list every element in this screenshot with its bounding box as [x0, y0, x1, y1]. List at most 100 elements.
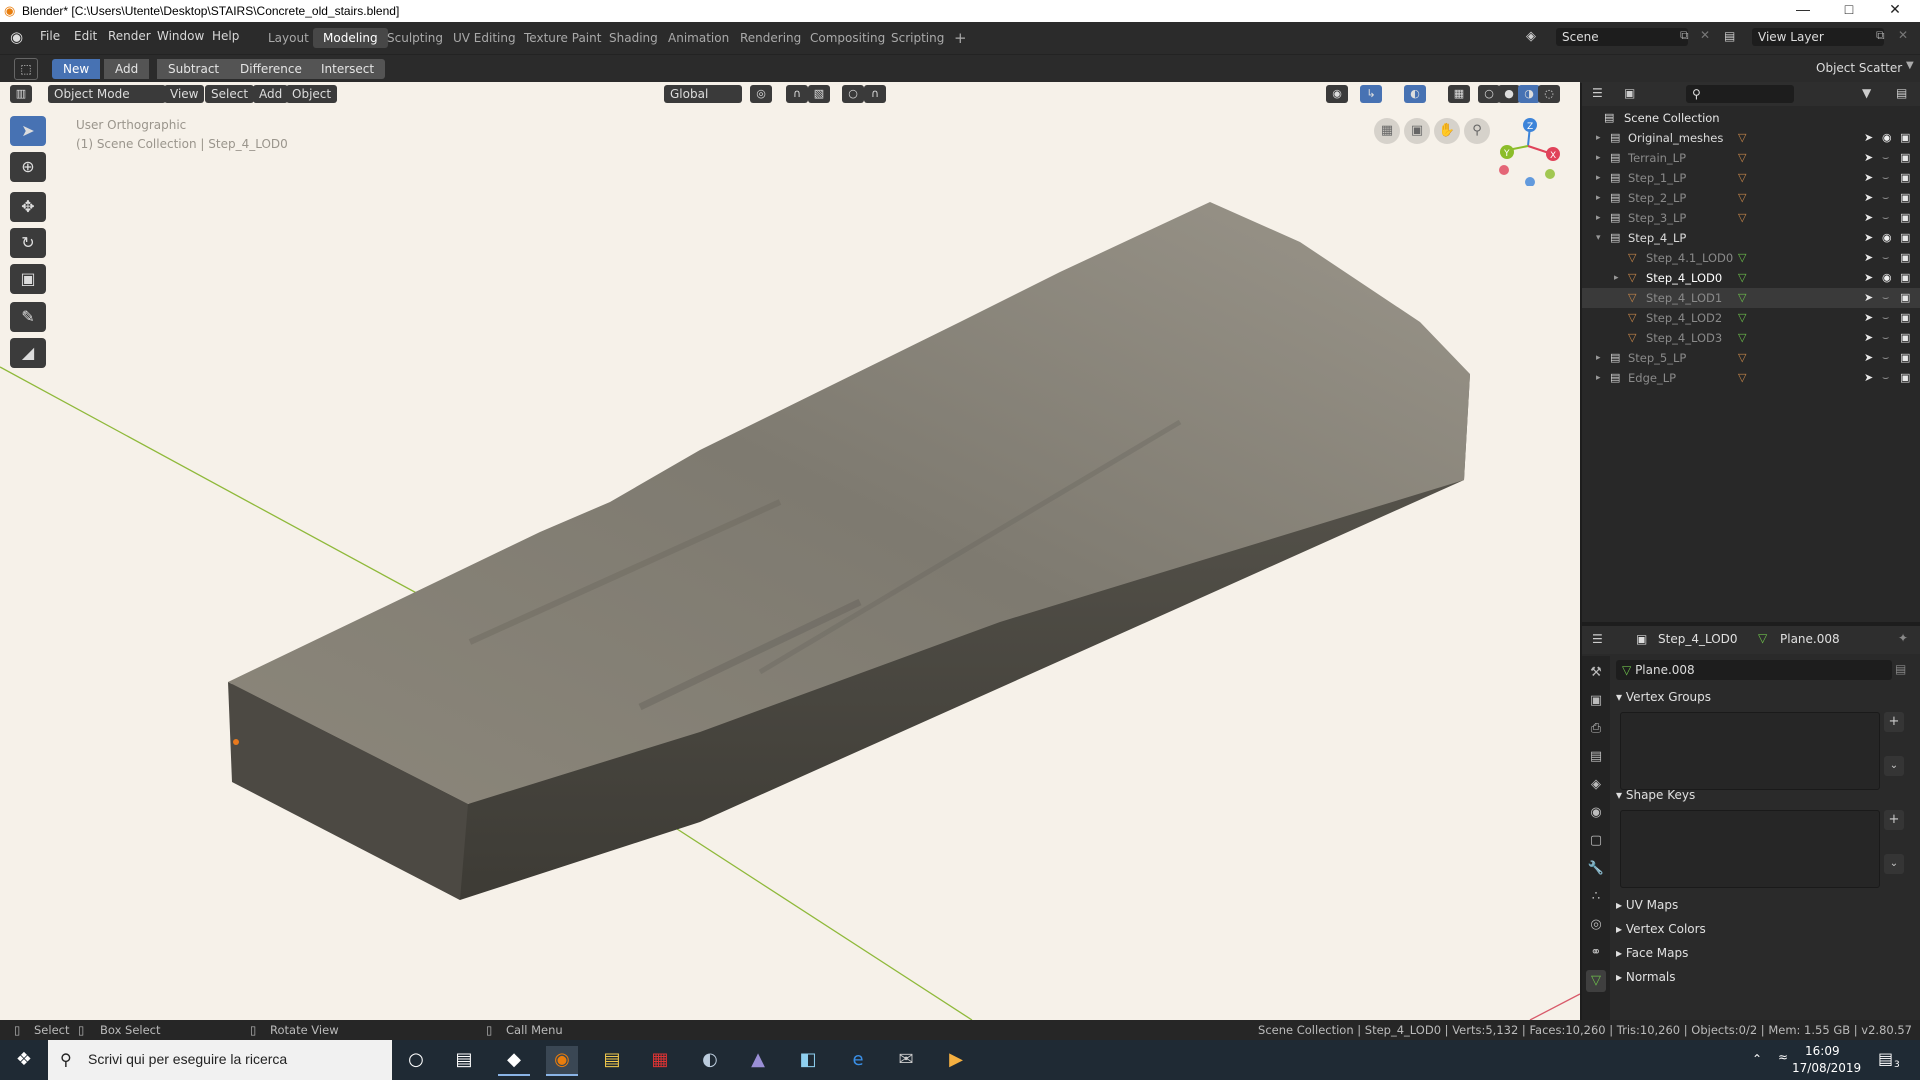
constraints-tab-icon[interactable]: ⚭ [1586, 942, 1606, 964]
pin-icon[interactable]: ✦ [1898, 631, 1908, 645]
solid-shading-icon[interactable]: ● [1498, 85, 1520, 103]
render-camera-icon[interactable]: ▣ [1900, 148, 1910, 168]
outliner-row[interactable]: ▸ ▤ Terrain_LP ▽ ➤ ⌣ ▣ [1582, 148, 1920, 168]
wireframe-shading-icon[interactable]: ○ [1478, 85, 1500, 103]
selectable-arrow-icon[interactable]: ➤ [1864, 128, 1873, 148]
object-menu[interactable]: Object [286, 85, 338, 103]
outliner-row[interactable]: ▾ ▤ Step_4_LP ➤ ◉ ▣ [1582, 228, 1920, 248]
selectable-arrow-icon[interactable]: ➤ [1864, 208, 1873, 228]
shape-keys-panel-header[interactable]: ▾ Shape Keys [1616, 784, 1695, 806]
outliner-row[interactable]: ▽ Step_4_LOD1 ▽ ➤ ⌣ ▣ [1582, 288, 1920, 308]
delete-view-layer-icon[interactable]: ✕ [1898, 28, 1908, 42]
expand-toggle-icon[interactable]: ▸ [1596, 208, 1601, 228]
chevron-down-icon[interactable]: ▼ [1906, 60, 1914, 71]
eye-closed-icon[interactable]: ⌣ [1882, 328, 1889, 348]
properties-panel[interactable]: ☰ ▣ Step_4_LOD0 ▽ Plane.008 ✦ ⚒ ▣ ⎙ ▤ ◈ … [1582, 626, 1920, 1020]
view-layer-tab-icon[interactable]: ▤ [1586, 746, 1606, 768]
selectable-arrow-icon[interactable]: ➤ [1864, 348, 1873, 368]
rendered-shading-icon[interactable]: ◌ [1538, 85, 1560, 103]
outliner-row[interactable]: ▸ ▤ Edge_LP ▽ ➤ ⌣ ▣ [1582, 368, 1920, 388]
face-maps-panel-header[interactable]: ▸ Face Maps [1616, 942, 1688, 964]
notification-icon[interactable]: ▤ [1878, 1049, 1893, 1068]
add-vertex-group-button[interactable]: + [1884, 712, 1904, 732]
outliner-row[interactable]: ▸ ▽ Step_4_LOD0 ▽ ➤ ◉ ▣ [1582, 268, 1920, 288]
menu-help[interactable]: Help [212, 29, 239, 43]
vertex-groups-list[interactable] [1620, 712, 1880, 790]
uv-maps-panel-header[interactable]: ▸ UV Maps [1616, 894, 1678, 916]
eye-closed-icon[interactable]: ⌣ [1882, 148, 1889, 168]
render-camera-icon[interactable]: ▣ [1900, 348, 1910, 368]
object-scatter-menu[interactable]: Object Scatter [1816, 61, 1902, 75]
tray-chevron-icon[interactable]: ⌃ [1752, 1052, 1762, 1066]
3d-viewport[interactable]: ▥ Object Mode View Select Add Object Glo… [0, 82, 1580, 1020]
snap-icon[interactable]: ∩ [786, 85, 808, 103]
add-shape-key-button[interactable]: + [1884, 810, 1904, 830]
shape-keys-list[interactable] [1620, 810, 1880, 888]
scene-selector-icon[interactable]: ◈ [1526, 29, 1536, 44]
xray-toggle-icon[interactable]: ▦ [1448, 85, 1470, 103]
mesh-data-tab-icon[interactable]: ▽ [1586, 970, 1606, 992]
outliner-root[interactable]: ▤ Scene Collection [1582, 108, 1920, 128]
view-menu[interactable]: View [164, 85, 205, 103]
selectable-arrow-icon[interactable]: ➤ [1864, 368, 1873, 388]
selectable-arrow-icon[interactable]: ➤ [1864, 268, 1873, 288]
mode-difference-button[interactable]: Difference [229, 59, 313, 79]
maximize-button[interactable]: □ [1826, 1, 1872, 21]
outliner-panel[interactable]: ☰ ▣ ⚲ ▼ ▤ ▤ Scene Collection ▸ ▤ Original_… [1582, 82, 1920, 622]
properties-editor-icon[interactable]: ☰ [1592, 632, 1603, 646]
tab-sculpting[interactable]: Sculpting [377, 28, 453, 48]
expand-toggle-icon[interactable]: ▸ [1596, 348, 1601, 368]
cursor-tool-button[interactable]: ⊕ [10, 152, 46, 182]
outliner-row[interactable]: ▸ ▤ Step_3_LP ▽ ➤ ⌣ ▣ [1582, 208, 1920, 228]
pivot-point-icon[interactable]: ◎ [750, 85, 772, 103]
view-layer-field[interactable]: View Layer [1752, 28, 1884, 46]
mode-new-button[interactable]: New [52, 59, 101, 79]
vertex-group-menu-button[interactable]: ⌄ [1884, 756, 1904, 776]
camera-view-icon[interactable]: ▣ [1404, 118, 1430, 144]
selectable-arrow-icon[interactable]: ➤ [1864, 308, 1873, 328]
outliner-row[interactable]: ▸ ▤ Step_5_LP ▽ ➤ ⌣ ▣ [1582, 348, 1920, 368]
display-mode-icon[interactable]: ▣ [1624, 86, 1635, 100]
eye-closed-icon[interactable]: ⌣ [1882, 168, 1889, 188]
menu-file[interactable]: File [40, 29, 60, 43]
gizmo-toggle-icon[interactable]: ↳ [1360, 85, 1382, 103]
office-app-icon[interactable]: ▦ [644, 1046, 676, 1074]
eye-open-icon[interactable]: ◉ [1882, 268, 1892, 288]
outliner-row[interactable]: ▽ Step_4_LOD3 ▽ ➤ ⌣ ▣ [1582, 328, 1920, 348]
snap-target-icon[interactable]: ▧ [808, 85, 830, 103]
mode-intersect-button[interactable]: Intersect [310, 59, 386, 79]
material-shading-icon[interactable]: ◑ [1518, 85, 1540, 103]
selectable-arrow-icon[interactable]: ➤ [1864, 248, 1873, 268]
network-icon[interactable]: ≈ [1778, 1050, 1788, 1064]
selectable-arrow-icon[interactable]: ➤ [1864, 148, 1873, 168]
new-view-layer-icon[interactable]: ⧉ [1876, 28, 1885, 43]
shape-key-menu-button[interactable]: ⌄ [1884, 854, 1904, 874]
windows-start-icon[interactable]: ❖ [8, 1046, 40, 1074]
close-button[interactable]: ✕ [1872, 1, 1918, 21]
outliner-row[interactable]: ▸ ▤ Original_meshes ▽ ➤ ◉ ▣ [1582, 128, 1920, 148]
editor-type-icon[interactable]: ▥ [10, 85, 32, 103]
render-camera-icon[interactable]: ▣ [1900, 368, 1910, 388]
render-camera-icon[interactable]: ▣ [1900, 268, 1910, 288]
transform-orientation-dropdown[interactable]: Global [664, 85, 742, 103]
outliner-row[interactable]: ▽ Step_4_LOD2 ▽ ➤ ⌣ ▣ [1582, 308, 1920, 328]
rotate-tool-button[interactable]: ↻ [10, 228, 46, 258]
toggle-grid-view-icon[interactable]: ▦ [1374, 118, 1400, 144]
eye-closed-icon[interactable]: ⌣ [1882, 368, 1889, 388]
pan-hand-icon[interactable]: ✋ [1434, 118, 1460, 144]
selectable-arrow-icon[interactable]: ➤ [1864, 288, 1873, 308]
new-collection-icon[interactable]: ▤ [1896, 86, 1907, 100]
mode-add-button[interactable]: Add [104, 59, 150, 79]
unity-app-icon[interactable]: ◆ [498, 1046, 530, 1076]
object-mode-dropdown[interactable]: Object Mode [48, 85, 166, 103]
visibility-icon[interactable]: ◉ [1326, 85, 1348, 103]
mail-app-icon[interactable]: ✉ [890, 1046, 922, 1074]
clock-date[interactable]: 17/08/2019 [1792, 1061, 1861, 1075]
expand-toggle-icon[interactable]: ▸ [1596, 168, 1601, 188]
fake-user-icon[interactable]: ▤ [1895, 662, 1906, 676]
menu-render[interactable]: Render [108, 29, 151, 43]
scene-tab-icon[interactable]: ◈ [1586, 774, 1606, 796]
expand-toggle-icon[interactable]: ▸ [1614, 268, 1619, 288]
falloff-icon[interactable]: ∩ [864, 85, 886, 103]
media-app-icon[interactable]: ▶ [940, 1046, 972, 1074]
